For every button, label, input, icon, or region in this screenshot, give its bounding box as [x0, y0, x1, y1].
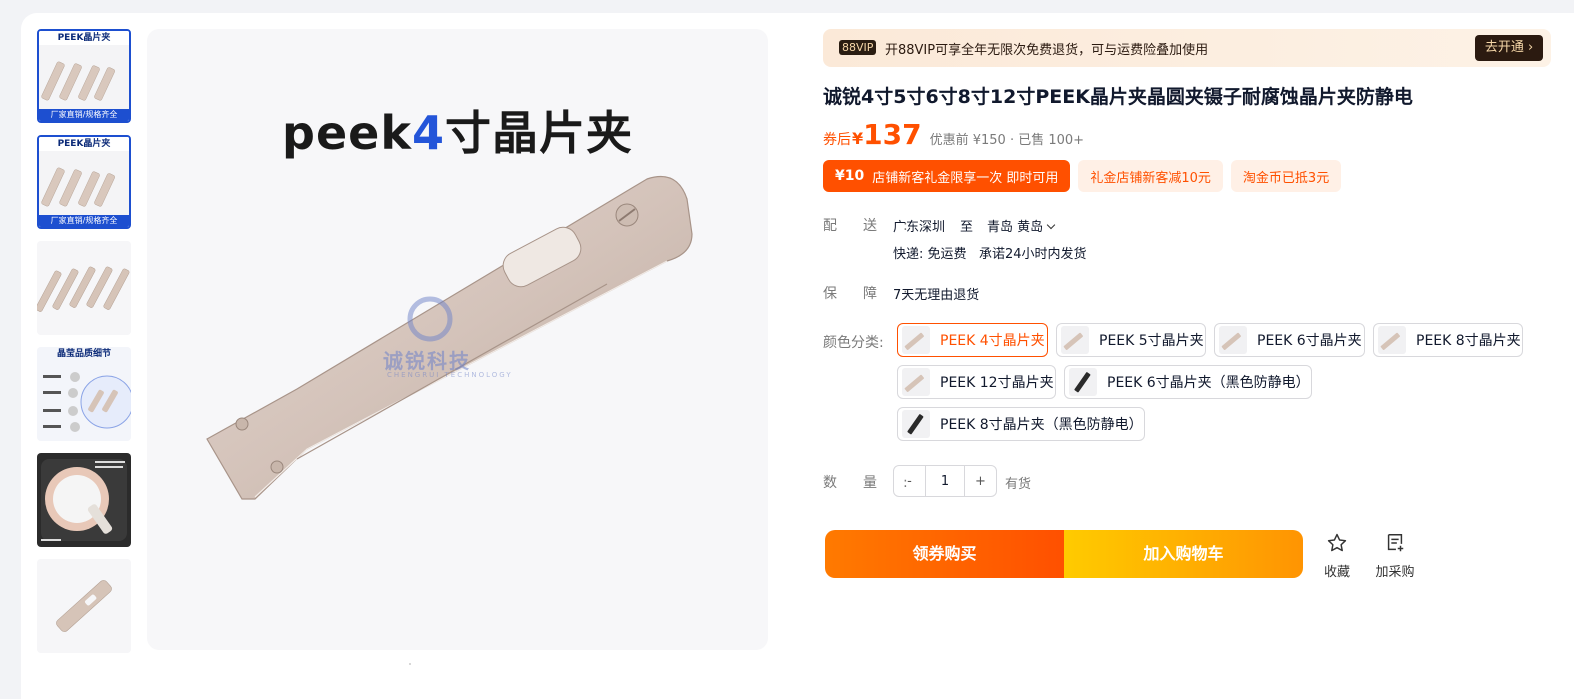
sku-option-label: PEEK 4寸晶片夹: [940, 333, 1045, 349]
shipping-destination-select[interactable]: 青岛 黄岛: [987, 216, 1056, 235]
sku-option-label: PEEK 8寸晶片夹: [1416, 333, 1521, 349]
thumbnail-6[interactable]: [37, 559, 131, 653]
thumbnail-3[interactable]: [37, 241, 131, 335]
vip-badge: 88VIP: [839, 40, 877, 55]
quantity-increase-button[interactable]: +: [965, 466, 996, 496]
gift-coupon[interactable]: 礼金店铺新客减10元: [1078, 160, 1223, 192]
divider-dot: [409, 663, 411, 665]
thumbnail-1[interactable]: PEEK晶片夹 厂家直销/规格齐全: [37, 29, 131, 123]
price-prefix: 券后: [823, 132, 851, 148]
sku-option-5[interactable]: PEEK 12寸晶片夹: [897, 365, 1056, 399]
shipping-method: 快递: 免运费: [893, 247, 967, 262]
quantity-decrease-button[interactable]: -: [894, 466, 925, 496]
price-value: 137: [863, 118, 922, 151]
thumbnail-2[interactable]: PEEK晶片夹 厂家直销/规格齐全: [37, 135, 131, 229]
star-icon: [1327, 533, 1347, 552]
watermark-text: 诚锐科技: [383, 349, 471, 373]
chevron-down-icon: [1046, 220, 1056, 230]
sku-thumbnail-icon: [1378, 326, 1406, 354]
sku-option-7[interactable]: PEEK 8寸晶片夹（黑色防静电）: [897, 407, 1145, 441]
favorite-label: 收藏: [1323, 565, 1350, 580]
shipping-destination: 青岛 黄岛: [987, 220, 1044, 235]
sku-option-label: PEEK 12寸晶片夹: [940, 375, 1054, 391]
sku-option-label: PEEK 6寸晶片夹（黑色防静电）: [1107, 375, 1310, 391]
stock-status: 有货: [1005, 477, 1032, 492]
price-row: 券后 ¥ 137 优惠前 ¥150 · 已售 100+: [823, 118, 1084, 151]
thumbnail-4[interactable]: 晶莹品质细节: [37, 347, 131, 441]
sku-option-4[interactable]: PEEK 8寸晶片夹: [1373, 323, 1523, 357]
quantity-input[interactable]: 1: [925, 466, 965, 496]
sku-option-6[interactable]: PEEK 6寸晶片夹（黑色防静电）: [1064, 365, 1312, 399]
coupon-amount: ¥10: [835, 168, 865, 184]
purchase-list-label: 加采购: [1375, 565, 1415, 580]
sku-label: 颜色分类:: [823, 335, 884, 351]
vip-activate-button[interactable]: 去开通 ›: [1475, 35, 1543, 61]
thumbnail-top-text: 晶莹品质细节: [56, 349, 111, 359]
sku-option-2[interactable]: PEEK 5寸晶片夹: [1056, 323, 1206, 357]
main-product-image[interactable]: peek4寸晶片夹 诚锐科技 CHENGRUI TECHNOLOGY: [147, 29, 768, 650]
coupon-text: 店铺新客礼金限享一次 即时可用: [872, 170, 1059, 186]
quantity-stepper: - 1 +: [893, 465, 997, 497]
sku-thumbnail-icon: [902, 410, 930, 438]
wafer-holder-thumbnail-icon: [37, 453, 131, 547]
thumbnail-list: PEEK晶片夹 厂家直销/规格齐全 PEEK晶片夹 厂家直销/规格齐全 晶莹品质…: [37, 29, 131, 665]
sku-option-1[interactable]: PEEK 4寸晶片夹: [897, 323, 1048, 357]
thumbnail-top-text: PEEK晶片夹: [39, 31, 129, 45]
sku-thumbnail-icon: [1219, 326, 1247, 354]
shipping-from: 广东深圳: [893, 220, 946, 235]
price-symbol: ¥: [852, 129, 864, 148]
sku-thumbnail-icon: [902, 326, 930, 354]
coupon-row: ¥10 店铺新客礼金限享一次 即时可用 礼金店铺新客减10元 淘金币已抵3元: [823, 160, 1342, 192]
price-note: 优惠前 ¥150 · 已售 100+: [929, 133, 1085, 148]
thumbnail-top-text: PEEK晶片夹: [39, 137, 129, 151]
sku-option-label: PEEK 6寸晶片夹: [1257, 333, 1362, 349]
thumbnail-bottom-text: 厂家直销/规格齐全: [39, 109, 129, 121]
sku-option-3[interactable]: PEEK 6寸晶片夹: [1214, 323, 1365, 357]
sku-thumbnail-icon: [1061, 326, 1089, 354]
wafer-tweezer-image: [206, 175, 693, 500]
shipping-to-word: 至: [960, 220, 974, 235]
shipping-promise: 承诺24小时内发货: [979, 247, 1087, 262]
guarantee-value: 7天无理由退货: [893, 288, 980, 303]
add-to-purchase-list-button[interactable]: 加采购: [1372, 532, 1418, 580]
sku-option-label: PEEK 5寸晶片夹: [1099, 333, 1204, 349]
sku-option-label: PEEK 8寸晶片夹（黑色防静电）: [940, 417, 1143, 433]
sku-thumbnail-icon: [902, 368, 930, 396]
favorite-button[interactable]: 收藏: [1314, 532, 1360, 580]
single-tweezer-thumbnail-icon: [37, 559, 131, 653]
thumbnail-5[interactable]: [37, 453, 131, 547]
thumbnail-bottom-text: 厂家直销/规格齐全: [39, 215, 129, 227]
buy-with-coupon-button[interactable]: 领券购买: [825, 530, 1064, 578]
tweezers-set-thumbnail-icon: [37, 241, 131, 335]
product-title: 诚锐4寸5寸6寸8寸12寸PEEK晶片夹晶圆夹镊子耐腐蚀晶片夹防静电: [823, 86, 1413, 108]
vip-banner: 88VIP 开88VIP可享全年无限次免费退货，可与运费险叠加使用 去开通 ›: [823, 29, 1551, 67]
taojinbi-coupon[interactable]: 淘金币已抵3元: [1230, 160, 1342, 192]
sku-thumbnail-icon: [1069, 368, 1097, 396]
vip-banner-text: 开88VIP可享全年无限次免费退货，可与运费险叠加使用: [885, 43, 1209, 58]
add-to-cart-button[interactable]: 加入购物车: [1064, 530, 1303, 578]
purchase-list-icon: [1387, 534, 1404, 552]
new-customer-coupon[interactable]: ¥10 店铺新客礼金限享一次 即时可用: [823, 160, 1071, 192]
detail-closeup-thumbnail-icon: [37, 347, 131, 441]
watermark-subtext: CHENGRUI TECHNOLOGY: [387, 371, 513, 379]
